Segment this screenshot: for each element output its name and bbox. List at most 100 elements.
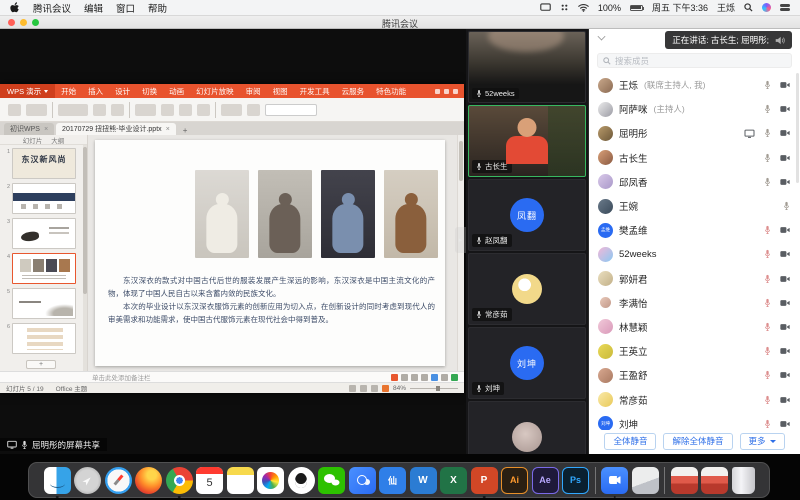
member-row[interactable]: 屈明彤 [589, 121, 800, 145]
member-row[interactable]: 王婉 [589, 194, 800, 218]
member-row[interactable]: 阿萨咪 (主持人) [589, 97, 800, 121]
camera-icon[interactable] [780, 396, 790, 404]
camera-icon[interactable] [780, 420, 790, 428]
chrome-icon[interactable] [166, 467, 193, 494]
calendar-icon[interactable]: 5 [196, 467, 223, 494]
mic-icon[interactable] [764, 346, 771, 356]
slide-thumbnail[interactable]: 2 [2, 183, 83, 214]
camera-icon[interactable] [780, 371, 790, 379]
camera-icon[interactable] [780, 250, 790, 258]
video-tile[interactable]: 常彦茹 [468, 253, 586, 325]
mic-icon[interactable] [764, 419, 771, 429]
member-row[interactable]: 王烁 (联席主持人, 我) [589, 73, 800, 97]
member-row[interactable]: 孟维 樊孟维 [589, 218, 800, 242]
slide-thumbnail[interactable]: 6 [2, 323, 83, 354]
wps-window-icons[interactable] [435, 89, 464, 94]
mic-icon[interactable] [764, 249, 771, 259]
member-row[interactable]: 王英立 [589, 339, 800, 363]
dock-divider[interactable] [595, 467, 596, 494]
photoshop-icon[interactable]: Ps [562, 467, 589, 494]
zoom-slider[interactable] [410, 388, 458, 389]
finder-icon[interactable] [44, 467, 71, 494]
search-input[interactable] [615, 56, 786, 66]
powerpoint-icon[interactable]: P [471, 467, 498, 494]
wps-app-button[interactable]: WPS 演示 [0, 84, 55, 98]
panel-tab[interactable]: 幻灯片 [23, 135, 43, 145]
member-row[interactable]: 邱凤香 [589, 170, 800, 194]
panel-tab[interactable]: 大纲 [51, 135, 64, 145]
camera-icon[interactable] [780, 178, 790, 186]
video-tile[interactable]: fxl [468, 401, 586, 454]
mail-icon[interactable] [632, 467, 659, 494]
member-list-scrollbar[interactable] [796, 73, 799, 183]
apple-menu-icon[interactable] [10, 2, 20, 14]
mic-icon[interactable] [764, 128, 771, 138]
ribbon-tab[interactable]: 开发工具 [294, 84, 336, 98]
slide-thumbnail[interactable]: 1 东汉新风尚 [2, 148, 83, 179]
member-row[interactable]: 52weeks [589, 242, 800, 266]
camera-icon[interactable] [780, 323, 790, 331]
mic-icon[interactable] [764, 395, 771, 405]
siri-icon[interactable] [762, 3, 771, 12]
new-document-tab-button[interactable]: + [178, 126, 193, 135]
menu-item[interactable]: 编辑 [84, 1, 103, 15]
member-row[interactable]: 常彦茹 [589, 387, 800, 411]
view-reading-icon[interactable] [371, 385, 378, 392]
wifi-icon[interactable] [578, 3, 589, 12]
close-tab-icon[interactable]: × [44, 126, 48, 133]
video-tile[interactable]: 52weeks [468, 31, 586, 103]
excel-icon[interactable]: X [440, 467, 467, 494]
mic-icon[interactable] [764, 274, 771, 284]
collapse-video-strip-button[interactable]: ▸ [455, 227, 466, 253]
document-tab[interactable]: 20170729 扭扭熊-毕业设计.pptx× [56, 123, 176, 135]
mic-icon[interactable] [764, 177, 771, 187]
member-row[interactable]: 郭妍君 [589, 267, 800, 291]
slide-thumbnail[interactable]: 4 [2, 253, 83, 284]
mic-icon[interactable] [764, 104, 771, 114]
thumbnail-scrollbar[interactable] [83, 145, 87, 371]
minimized-window-icon[interactable] [671, 467, 698, 494]
minimized-window-icon[interactable] [701, 467, 728, 494]
mic-icon[interactable] [783, 201, 790, 211]
collapse-panel-chevron-icon[interactable] [598, 33, 606, 41]
menubar-username[interactable]: 王烁 [717, 1, 735, 14]
mic-icon[interactable] [764, 298, 771, 308]
spotlight-search-icon[interactable] [744, 3, 753, 12]
menu-item[interactable]: 帮助 [148, 1, 167, 15]
photos-icon[interactable] [257, 467, 284, 494]
ribbon-tab[interactable]: 插入 [82, 84, 109, 98]
notes-bar[interactable]: 单击此处添加备注栏 [0, 371, 464, 382]
trash-icon[interactable] [732, 467, 755, 494]
video-tile[interactable]: 古长生 [468, 105, 586, 177]
add-slide-button[interactable]: + [26, 360, 56, 369]
camera-icon[interactable] [780, 105, 790, 113]
member-row[interactable]: 林慧颖 [589, 315, 800, 339]
camera-icon[interactable] [780, 226, 790, 234]
view-normal-icon[interactable] [349, 385, 356, 392]
dots-grid-icon[interactable] [560, 3, 569, 12]
aftereffects-icon[interactable]: Ae [532, 467, 559, 494]
video-tile[interactable]: 凤翻 赵凤翻 [468, 179, 586, 251]
mic-icon[interactable] [764, 322, 771, 332]
video-tile[interactable]: 刘坤 刘坤 [468, 327, 586, 399]
mic-icon[interactable] [764, 153, 771, 163]
tencent-cloud-icon[interactable] [349, 467, 376, 494]
camera-icon[interactable] [780, 347, 790, 355]
mic-icon[interactable] [764, 80, 771, 90]
document-tab[interactable]: 初识WPS× [4, 123, 54, 135]
wps-toolbar[interactable] [0, 98, 464, 122]
ribbon-tab[interactable]: 幻灯片放映 [190, 84, 240, 98]
qq-icon[interactable] [288, 467, 315, 494]
safari-icon[interactable] [105, 467, 132, 494]
ribbon-tab[interactable]: 设计 [109, 84, 136, 98]
menu-item[interactable]: 窗口 [116, 1, 135, 15]
illustrator-icon[interactable]: Ai [501, 467, 528, 494]
ribbon-tab[interactable]: 动画 [163, 84, 190, 98]
mic-icon[interactable] [764, 225, 771, 235]
wechat-icon[interactable] [318, 467, 345, 494]
firefox-icon[interactable] [135, 467, 162, 494]
member-row[interactable]: 王盈舒 [589, 363, 800, 387]
notes-toolbar-icons[interactable] [391, 374, 464, 381]
slide-thumbnail[interactable]: 3 [2, 218, 83, 249]
control-center-icon[interactable] [780, 4, 790, 11]
